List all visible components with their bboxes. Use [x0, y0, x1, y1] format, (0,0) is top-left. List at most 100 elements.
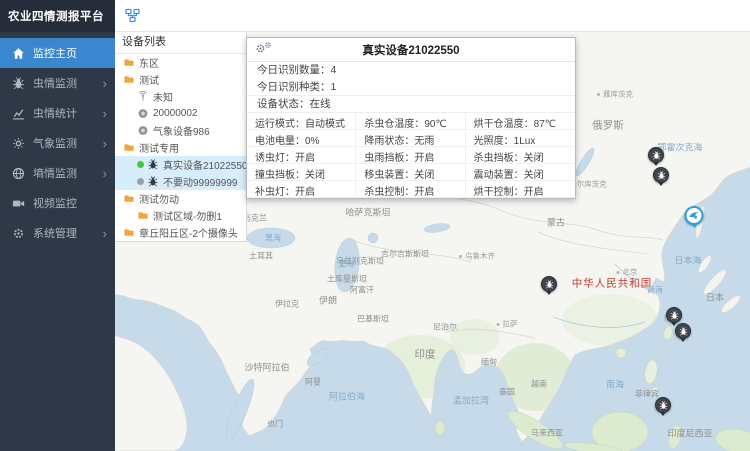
tree-item[interactable]: 真实设备21022550: [115, 156, 246, 173]
tree-item-label: 测试区域-勿删1: [153, 208, 222, 223]
tree-item-icon-wrap: [147, 159, 159, 170]
device-list-panel: 设备列表 东区: [115, 32, 247, 242]
device-param: 震动装置：关闭: [466, 164, 575, 181]
weather-icon: [12, 137, 25, 150]
gear-icon: [12, 227, 25, 240]
recognition-count-value: 4: [331, 64, 337, 76]
sidebar-item-icon-wrap: [12, 107, 25, 120]
tree-item[interactable]: 20000002: [115, 105, 246, 122]
tree-item[interactable]: 不要动99999999: [115, 173, 246, 190]
sidebar-item-label: 虫情统计: [33, 105, 103, 121]
topbar: [115, 0, 750, 32]
chevron-right-icon: ›: [103, 137, 107, 150]
tree-item[interactable]: 东区: [115, 54, 246, 71]
tree-item-label: 章丘阳丘区-2个摄像头: [139, 225, 238, 240]
sidebar-item[interactable]: 监控主页: [0, 38, 115, 68]
marker-pin: [675, 323, 691, 339]
sidebar-item-label: 气象监测: [33, 135, 103, 151]
tree-item[interactable]: 测试专用: [115, 139, 246, 156]
device-param: 杀虫仓温度：90℃: [356, 113, 465, 130]
sidebar-item[interactable]: 墒情监测 ›: [0, 158, 115, 188]
sidebar-nav: 监控主页 虫情监测 ›: [0, 32, 115, 248]
map-marker[interactable]: [675, 323, 691, 342]
device-param: 虫雨挡板：开启: [356, 147, 465, 164]
marker-pin: [653, 167, 669, 183]
tree-item-label: 气象设备986: [153, 123, 210, 138]
bird-marker-icon: [689, 210, 700, 221]
sidebar-item[interactable]: 气象监测 ›: [0, 128, 115, 158]
recognition-species-line: 今日识别种类：1: [247, 79, 575, 96]
device-param: 杀虫控制：开启: [356, 181, 465, 198]
chart-icon: [12, 107, 25, 120]
settings-gears-icon[interactable]: [255, 43, 272, 54]
tree-item-icon-wrap: [137, 210, 149, 221]
sidebar-item[interactable]: 系统管理 ›: [0, 218, 115, 248]
bug-marker-icon: [652, 151, 661, 160]
device-icon: [137, 125, 149, 136]
marker-pin: [648, 147, 664, 163]
device-param: 烘干控制：开启: [466, 181, 575, 198]
tree-item[interactable]: 未知: [115, 88, 246, 105]
bug-marker-icon: [679, 327, 688, 336]
map-marker[interactable]: [685, 206, 704, 228]
tree-item-icon-wrap: [123, 57, 135, 68]
folder-icon: [123, 57, 135, 68]
popup-header: 真实设备21022550: [247, 38, 575, 62]
map-marker[interactable]: [655, 397, 671, 416]
marker-pin: [655, 397, 671, 413]
sidebar-item[interactable]: 虫情统计 ›: [0, 98, 115, 128]
bug-icon: [147, 176, 159, 187]
tree-item[interactable]: 测试区域-勿删1: [115, 207, 246, 224]
device-tree: 东区 测试: [115, 54, 246, 241]
marker-tail: [658, 182, 664, 186]
device-info-popup: 真实设备21022550 今日识别数量：4 今日识别种类：1 设备状态：在线 运…: [246, 37, 576, 199]
tree-item[interactable]: 气象设备986: [115, 122, 246, 139]
chevron-right-icon: ›: [103, 167, 107, 180]
bug-icon: [12, 77, 25, 90]
sidebar-item-icon-wrap: [12, 77, 25, 90]
marker-tail: [653, 162, 659, 166]
recognition-count-line: 今日识别数量：4: [247, 62, 575, 79]
sidebar-item-label: 墒情监测: [33, 165, 103, 181]
device-list-title: 设备列表: [115, 32, 246, 54]
device-param: 撞虫挡板：关闭: [247, 164, 356, 181]
map-marker[interactable]: [648, 147, 664, 166]
sidebar-item-label: 系统管理: [33, 225, 103, 241]
recognition-species-value: 1: [331, 81, 337, 93]
tree-item-label: 不要动99999999: [163, 174, 238, 189]
sidebar-item[interactable]: 视频监控: [0, 188, 115, 218]
marker-tail: [691, 224, 697, 228]
device-param: 降雨状态：无雨: [356, 130, 465, 147]
chevron-right-icon: ›: [103, 107, 107, 120]
bug-marker-icon: [659, 401, 668, 410]
folder-icon: [123, 142, 135, 153]
map-content: 俄罗斯哈萨克斯坦蒙古乌克兰土耳其乌兹别克斯坦吉尔吉斯斯坦土库曼斯坦伊朗阿富汗伊拉…: [115, 32, 750, 451]
marker-tail: [660, 412, 666, 416]
device-param: 杀虫挡板：关闭: [466, 147, 575, 164]
tree-item[interactable]: 章丘阳丘区-2个摄像头: [115, 224, 246, 241]
tree-item[interactable]: 测试勿动: [115, 190, 246, 207]
home-icon: [12, 47, 25, 60]
tree-item-label: 20000002: [153, 108, 198, 119]
tree-item-label: 东区: [139, 55, 159, 70]
tree-item[interactable]: 测试: [115, 71, 246, 88]
device-status-value: 在线: [310, 98, 331, 110]
folder-icon: [137, 210, 149, 221]
tree-item-icon-wrap: [137, 91, 149, 102]
device-param: 移虫装置：关闭: [356, 164, 465, 181]
chevron-right-icon: ›: [103, 77, 107, 90]
device-param: 运行模式：自动模式: [247, 113, 356, 130]
marker-tail: [680, 338, 686, 342]
tree-item-icon-wrap: [147, 176, 159, 187]
globe-icon: [12, 167, 25, 180]
sidebar-item-icon-wrap: [12, 227, 25, 240]
map-marker[interactable]: [541, 276, 557, 295]
sidebar-item-icon-wrap: [12, 137, 25, 150]
sidebar-item-icon-wrap: [12, 47, 25, 60]
device-param: 电池电量：0%: [247, 130, 356, 147]
sidebar-item[interactable]: 虫情监测 ›: [0, 68, 115, 98]
folder-icon: [123, 227, 135, 238]
map-marker[interactable]: [653, 167, 669, 186]
bug-icon: [147, 159, 159, 170]
org-tree-icon[interactable]: [125, 8, 140, 23]
